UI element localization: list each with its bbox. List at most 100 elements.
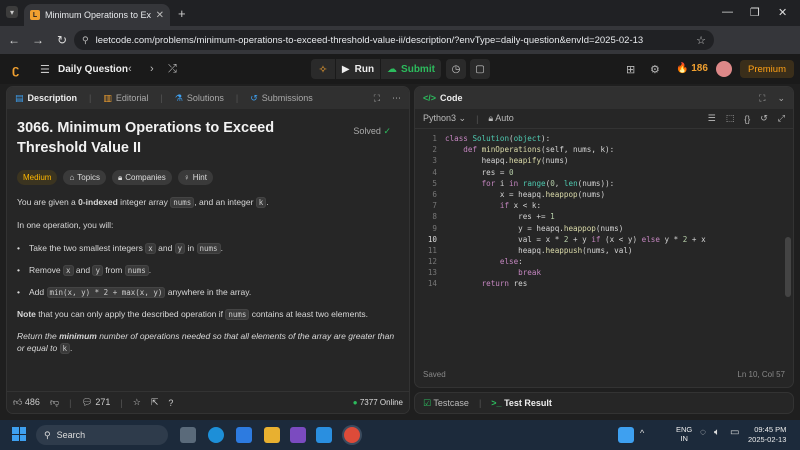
file-explorer-icon[interactable]	[264, 427, 280, 443]
streak-counter[interactable]: 🔥 186	[676, 63, 708, 74]
volume-icon[interactable]: 🔈︎	[714, 427, 720, 438]
tab-editorial[interactable]: ▥ Editorial	[103, 93, 148, 104]
test-result-tab[interactable]: >_ Test Result	[491, 398, 552, 408]
close-window-icon[interactable]: ✕	[778, 6, 787, 19]
code-line[interactable]: 9 y = heapq.heappop(nums)	[415, 223, 793, 234]
difficulty-tag[interactable]: Medium	[17, 170, 58, 186]
code-line[interactable]: 11 heapq.heappush(nums, val)	[415, 245, 793, 256]
run-button[interactable]: ▶ Run	[336, 59, 380, 79]
comments-button[interactable]: 💬︎ 271	[81, 397, 110, 408]
code-line[interactable]: 4 res = 0	[415, 167, 793, 178]
language-select[interactable]: Python3 ⌄	[423, 113, 466, 124]
timer-icon[interactable]: ◷	[446, 59, 466, 79]
settings-gear-icon[interactable]: ⚙	[650, 63, 660, 76]
prev-problem-icon[interactable]: ‹	[128, 63, 132, 75]
code-line[interactable]: 3 heapq.heapify(nums)	[415, 155, 793, 166]
leetcode-logo-icon[interactable]: ʗ	[12, 62, 26, 77]
reset-icon[interactable]: ↺	[760, 113, 768, 124]
editor-scrollbar[interactable]	[785, 237, 791, 297]
more-icon[interactable]: ⋯	[392, 93, 401, 104]
battery-icon[interactable]: ▭	[730, 427, 739, 438]
code-line[interactable]: 8 res += 1	[415, 211, 793, 222]
code-line[interactable]: 14 return res	[415, 278, 793, 289]
tab-solutions[interactable]: ⚗ Solutions	[175, 93, 224, 104]
code-line[interactable]: 12 else:	[415, 256, 793, 267]
code-line[interactable]: 7 if x < k:	[415, 200, 793, 211]
problem-list-icon[interactable]: ☰	[40, 63, 50, 76]
layout-icon[interactable]: ⊞	[626, 63, 635, 76]
format-icon[interactable]: ☰	[708, 113, 716, 124]
address-bar[interactable]: ⚲ leetcode.com/problems/minimum-operatio…	[74, 30, 714, 50]
test-result-label: Test Result	[504, 398, 552, 408]
widget-icon[interactable]	[618, 427, 634, 443]
share-icon[interactable]: ⇱	[151, 397, 159, 408]
favorite-star-icon[interactable]: ☆	[133, 397, 141, 408]
chrome-icon[interactable]	[344, 427, 360, 443]
language-indicator[interactable]: ENG IN	[676, 425, 692, 443]
code-text: res += 1	[445, 212, 555, 222]
line-number: 5	[432, 178, 437, 188]
forward-icon[interactable]: →	[28, 30, 48, 50]
braces-icon[interactable]: {}	[744, 114, 750, 124]
auto-mode-toggle[interactable]: 🔒︎ Auto	[488, 113, 513, 124]
bookmark-icon[interactable]: ⬚	[726, 113, 735, 124]
new-tab-icon[interactable]: +	[178, 6, 186, 21]
task-view-icon[interactable]	[180, 427, 196, 443]
checkbox-icon: ☑	[423, 397, 432, 408]
submit-button[interactable]: ☁ Submit	[381, 59, 441, 79]
clock-time: 09:45 PM	[754, 425, 787, 434]
code-tab[interactable]: </> Code	[423, 93, 463, 103]
dislike-icon[interactable]: 👎︎	[50, 397, 59, 408]
edge-icon[interactable]	[208, 427, 224, 443]
browser-tab[interactable]: L Minimum Operations to Exceed ✕	[24, 4, 170, 26]
shuffle-icon[interactable]: ⤮	[168, 63, 177, 76]
tab-submissions[interactable]: ↺ Submissions	[250, 93, 313, 104]
site-info-icon[interactable]: ⚲	[82, 35, 89, 46]
testcase-tab[interactable]: ☑ Testcase	[423, 398, 469, 409]
maximize-icon[interactable]: ⛶	[759, 93, 765, 104]
daily-question-label[interactable]: Daily Question	[58, 64, 128, 75]
tab-search-icon[interactable]: ▾	[6, 6, 18, 18]
close-tab-icon[interactable]: ✕	[156, 10, 164, 21]
back-icon[interactable]: ←	[4, 30, 24, 50]
wifi-icon[interactable]: ◌	[700, 427, 706, 438]
user-avatar[interactable]	[716, 61, 732, 77]
bookmark-star-icon[interactable]: ☆	[696, 34, 706, 47]
solved-badge: Solved ✓	[353, 125, 391, 138]
taskbar-search[interactable]: ⚲ Search	[36, 425, 168, 445]
code-editor[interactable]: 1 class Solution(object): 2 def minOperati…	[415, 129, 793, 290]
problem-title[interactable]: 3066. Minimum Operations to Exceed Thres…	[17, 119, 307, 158]
code-line[interactable]: 13 break	[415, 267, 793, 278]
code-line[interactable]: 2 def minOperations(self, nums, k):	[415, 144, 793, 155]
next-problem-icon[interactable]: ›	[150, 63, 154, 75]
expand-icon[interactable]: ⛶	[374, 93, 380, 104]
notes-icon[interactable]: ▢	[470, 59, 490, 79]
restore-icon[interactable]: ❐	[750, 6, 760, 19]
fullscreen-icon[interactable]: ⤢	[778, 113, 785, 124]
like-button[interactable]: 👍︎ 486	[13, 397, 40, 408]
help-icon[interactable]: ?	[168, 398, 173, 408]
tab-description[interactable]: ▤ Description	[15, 93, 77, 104]
code-line[interactable]: 10 val = x * 2 + y if (x < y) else y * 2…	[415, 234, 793, 245]
code-text: else:	[499, 257, 523, 267]
system-clock[interactable]: 09:45 PM 2025-02-13	[748, 425, 786, 445]
code-line[interactable]: 6 x = heapq.heappop(nums)	[415, 189, 793, 200]
debug-icon[interactable]: ✧	[311, 59, 335, 79]
companies-tag[interactable]: 🔒︎ Companies	[111, 170, 172, 186]
windows-start-icon[interactable]	[12, 427, 26, 441]
store-icon[interactable]	[236, 427, 252, 443]
code-line[interactable]: 1 class Solution(object):	[415, 133, 793, 144]
code-text: if x < k:	[499, 201, 542, 211]
premium-button[interactable]: Premium	[740, 60, 794, 78]
code-text: break	[518, 268, 542, 278]
minimize-icon[interactable]: —	[722, 6, 733, 18]
vscode-icon[interactable]	[316, 427, 332, 443]
collapse-icon[interactable]: ⌄	[777, 93, 785, 104]
code-line[interactable]: 5 for i in range(0, len(nums)):	[415, 178, 793, 189]
topics-tag[interactable]: ⌂ Topics	[63, 170, 106, 186]
tab-title: Minimum Operations to Exceed	[45, 10, 151, 20]
tray-chevron-icon[interactable]: ^	[640, 428, 644, 438]
reload-icon[interactable]: ↻	[52, 30, 72, 50]
hint-tag[interactable]: ♀ Hint	[177, 170, 213, 186]
visual-studio-icon[interactable]	[290, 427, 306, 443]
